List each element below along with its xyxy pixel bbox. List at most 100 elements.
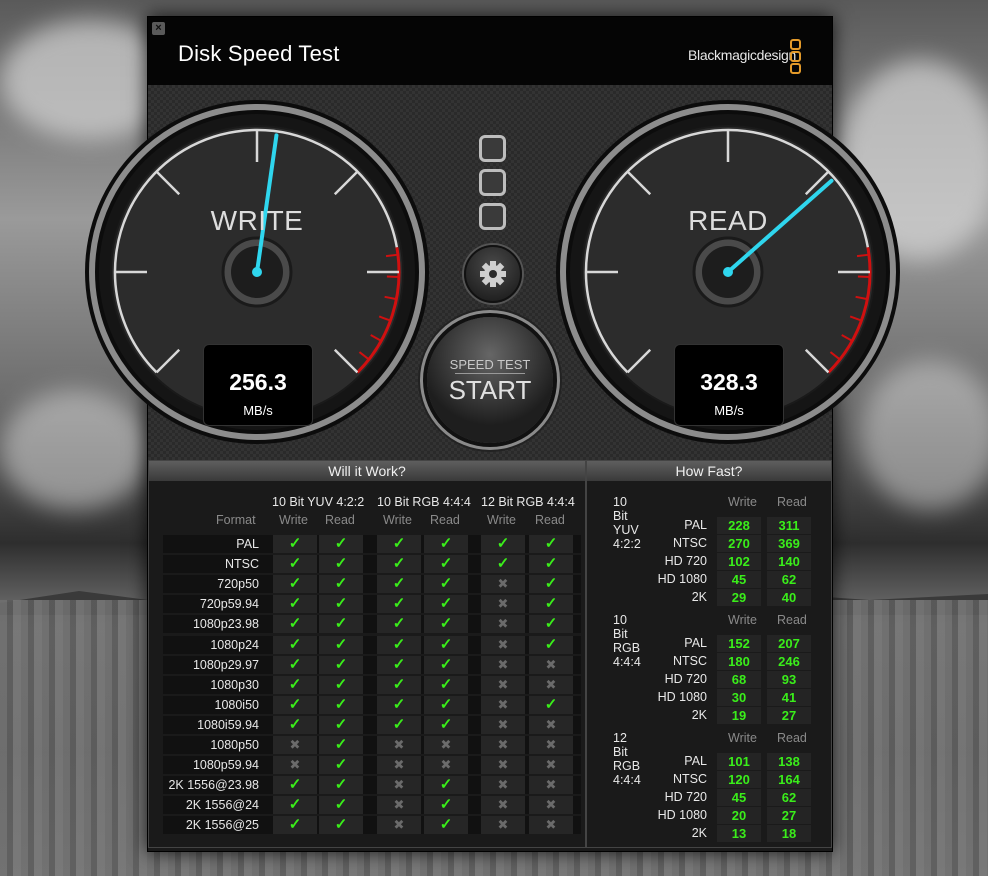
gear-icon bbox=[480, 261, 506, 287]
check-icon: ✓ bbox=[377, 615, 421, 634]
write-speed-cell: 228 bbox=[717, 517, 761, 534]
read-speed-value: 328.3 bbox=[700, 369, 758, 395]
status-light-icon bbox=[479, 169, 506, 196]
write-speed-cell: 102 bbox=[717, 553, 761, 570]
cross-icon: ✖ bbox=[529, 675, 573, 694]
check-icon: ✓ bbox=[377, 715, 421, 734]
write-speed-cell: 20 bbox=[717, 807, 761, 824]
check-icon: ✓ bbox=[319, 675, 363, 694]
check-icon: ✓ bbox=[273, 655, 317, 674]
resolution-label: 2K bbox=[691, 826, 707, 840]
check-icon: ✓ bbox=[424, 655, 468, 674]
check-icon: ✓ bbox=[377, 695, 421, 714]
settings-button[interactable] bbox=[464, 245, 522, 303]
cross-icon: ✖ bbox=[481, 796, 525, 815]
read-speed-cell: 40 bbox=[767, 589, 811, 606]
resolution-label: HD 720 bbox=[664, 672, 707, 686]
read-speed-cell: 18 bbox=[767, 825, 811, 842]
cross-icon: ✖ bbox=[481, 736, 525, 754]
read-speed-unit: MB/s bbox=[714, 403, 744, 418]
check-icon: ✓ bbox=[424, 675, 468, 694]
check-icon: ✓ bbox=[319, 796, 363, 815]
start-button-caption: SPEED TEST bbox=[449, 357, 531, 372]
write-speed-cell: 68 bbox=[717, 671, 761, 688]
write-readout: 256.3 MB/s bbox=[203, 344, 313, 426]
cross-icon: ✖ bbox=[529, 736, 573, 754]
how-fast-panel: How Fast? 10 Bit YUV 4:2:2 Write Read PAL 22… bbox=[586, 460, 832, 848]
cross-icon: ✖ bbox=[529, 715, 573, 734]
check-icon: ✓ bbox=[377, 555, 421, 574]
read-speed-cell: 164 bbox=[767, 771, 811, 788]
check-icon: ✓ bbox=[424, 816, 468, 835]
write-speed-cell: 45 bbox=[717, 789, 761, 806]
check-icon: ✓ bbox=[424, 555, 468, 574]
resolution-label: HD 1080 bbox=[657, 690, 707, 704]
brand-name: Blackmagicdesign bbox=[688, 47, 797, 63]
disk-speed-test-window: × Disk Speed Test Blackmagicdesign WRITE… bbox=[85, 16, 900, 852]
resolution-label: PAL bbox=[684, 518, 707, 532]
check-icon: ✓ bbox=[424, 595, 468, 614]
write-column-header: Write bbox=[487, 513, 516, 527]
cross-icon: ✖ bbox=[529, 796, 573, 815]
cross-icon: ✖ bbox=[377, 796, 421, 815]
start-button[interactable]: SPEED TEST START bbox=[427, 317, 553, 443]
cross-icon: ✖ bbox=[481, 635, 525, 654]
check-icon: ✓ bbox=[319, 595, 363, 614]
read-gauge: READ 328.3 MB/s bbox=[553, 97, 903, 447]
cross-icon: ✖ bbox=[481, 715, 525, 734]
write-speed-cell: 30 bbox=[717, 689, 761, 706]
cross-icon: ✖ bbox=[481, 695, 525, 714]
check-icon: ✓ bbox=[424, 715, 468, 734]
check-icon: ✓ bbox=[424, 776, 468, 795]
read-readout: 328.3 MB/s bbox=[674, 344, 784, 426]
check-icon: ✓ bbox=[273, 715, 317, 734]
cross-icon: ✖ bbox=[481, 675, 525, 694]
resolution-label: NTSC bbox=[672, 654, 707, 668]
gauge-panel: WRITE 256.3 MB/s READ 328.3 MB/s SPEED T… bbox=[85, 85, 900, 460]
check-icon: ✓ bbox=[273, 595, 317, 614]
cross-icon: ✖ bbox=[529, 655, 573, 674]
check-icon: ✓ bbox=[377, 595, 421, 614]
check-icon: ✓ bbox=[273, 575, 317, 594]
format-label: 1080p59.94 bbox=[192, 758, 259, 773]
read-speed-cell: 140 bbox=[767, 553, 811, 570]
format-label: 1080i59.94 bbox=[197, 717, 259, 732]
format-label: 1080p29.97 bbox=[192, 657, 259, 672]
read-gauge-label: READ bbox=[688, 205, 768, 236]
check-icon: ✓ bbox=[529, 635, 573, 654]
check-icon: ✓ bbox=[319, 776, 363, 795]
read-speed-cell: 27 bbox=[767, 807, 811, 824]
cross-icon: ✖ bbox=[529, 776, 573, 795]
cross-icon: ✖ bbox=[273, 756, 317, 775]
check-icon: ✓ bbox=[273, 675, 317, 694]
write-speed-cell: 152 bbox=[717, 635, 761, 652]
will-it-work-title: Will it Work? bbox=[149, 461, 585, 481]
cross-icon: ✖ bbox=[481, 816, 525, 835]
cross-icon: ✖ bbox=[377, 776, 421, 795]
how-fast-title: How Fast? bbox=[587, 461, 831, 481]
read-column-header: Read bbox=[430, 513, 460, 527]
check-icon: ✓ bbox=[319, 736, 363, 754]
check-icon: ✓ bbox=[529, 615, 573, 634]
format-label: 1080p30 bbox=[210, 677, 259, 692]
cross-icon: ✖ bbox=[424, 736, 468, 754]
write-column-header: Write bbox=[728, 613, 757, 627]
write-column-header: Write bbox=[728, 731, 757, 745]
format-group-title: 12 Bit RGB 4:4:4 bbox=[481, 495, 575, 509]
check-icon: ✓ bbox=[377, 655, 421, 674]
read-speed-cell: 246 bbox=[767, 653, 811, 670]
cross-icon: ✖ bbox=[377, 736, 421, 754]
cross-icon: ✖ bbox=[481, 756, 525, 775]
close-button[interactable]: × bbox=[152, 22, 165, 35]
format-label: 1080p24 bbox=[210, 637, 259, 652]
resolution-label: HD 1080 bbox=[657, 808, 707, 822]
resolution-label: NTSC bbox=[672, 772, 707, 786]
format-label: 1080p50 bbox=[210, 738, 259, 752]
format-label: 720p59.94 bbox=[199, 597, 259, 612]
check-icon: ✓ bbox=[319, 615, 363, 634]
write-gauge-label: WRITE bbox=[210, 205, 304, 236]
resolution-label: HD 1080 bbox=[657, 572, 707, 586]
read-speed-cell: 62 bbox=[767, 571, 811, 588]
read-speed-cell: 41 bbox=[767, 689, 811, 706]
read-column-header: Read bbox=[535, 513, 565, 527]
